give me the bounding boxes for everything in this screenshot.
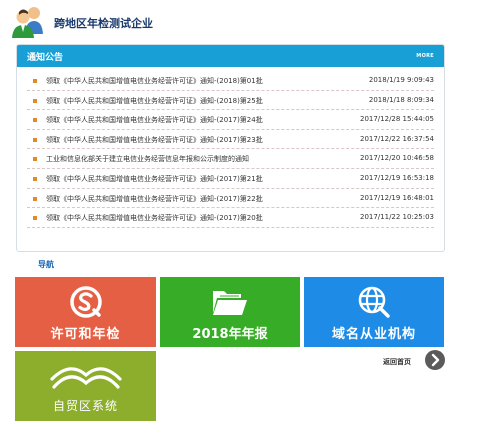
back-home-button[interactable] bbox=[425, 350, 445, 370]
tile-annual-report[interactable]: 2018年年报 bbox=[160, 277, 300, 347]
notice-item-date: 2017/12/19 16:48:01 bbox=[359, 193, 434, 202]
header: 跨地区年检测试企业 bbox=[10, 4, 310, 40]
notice-item[interactable]: 领取《中华人民共和国增值电信业务经营许可证》通知-(2018)第25批 2018/… bbox=[27, 91, 434, 111]
notice-item[interactable]: 领取《中华人民共和国增值电信业务经营许可证》通知-(2017)第22批 2017/… bbox=[27, 189, 434, 209]
user-group-icon bbox=[12, 7, 43, 38]
arrow-right-icon bbox=[431, 353, 440, 367]
notice-item[interactable]: 领取《中华人民共和国增值电信业务经营许可证》通知-(2018)第01批 2018/… bbox=[27, 71, 434, 91]
nav-label: 导航 bbox=[38, 260, 54, 269]
notice-item[interactable]: 领取《中华人民共和国增值电信业务经营许可证》通知-(2017)第20批 2017/… bbox=[27, 208, 434, 228]
notice-item-title[interactable]: 领取《中华人民共和国增值电信业务经营许可证》通知-(2017)第22批 bbox=[46, 194, 263, 204]
tile-label: 域名从业机构 bbox=[331, 327, 416, 342]
bullet-icon bbox=[33, 157, 37, 162]
tile-label: 2018年年报 bbox=[192, 327, 268, 342]
page-title: 跨地区年检测试企业 bbox=[54, 17, 153, 30]
notice-item-title[interactable]: 工业和信息化部关于建立电信业务经营信息年报和公示制度的通知 bbox=[46, 154, 249, 164]
tile-ftz-system[interactable]: 自贸区系统 bbox=[15, 351, 156, 421]
notice-item[interactable]: 领取《中华人民共和国增值电信业务经营许可证》通知-(2017)第21批 2017/… bbox=[27, 169, 434, 189]
notice-item-date: 2018/1/18 8:09:34 bbox=[368, 95, 434, 104]
globe-icon bbox=[358, 286, 390, 318]
notice-item-date: 2017/12/28 15:44:05 bbox=[359, 115, 434, 124]
tile-label: 自贸区系统 bbox=[52, 399, 118, 413]
license-s-icon bbox=[69, 286, 102, 318]
tile-domain-agencies[interactable]: 域名从业机构 bbox=[304, 277, 444, 347]
notice-list: 领取《中华人民共和国增值电信业务经营许可证》通知-(2018)第01批 2018/… bbox=[17, 67, 444, 228]
notice-item-title[interactable]: 领取《中华人民共和国增值电信业务经营许可证》通知-(2018)第25批 bbox=[46, 96, 263, 106]
notice-panel: 通知公告 MORE 领取《中华人民共和国增值电信业务经营许可证》通知-(2018… bbox=[16, 44, 445, 252]
bridge-icon bbox=[49, 367, 122, 389]
bullet-icon bbox=[33, 137, 37, 142]
notice-item[interactable]: 领取《中华人民共和国增值电信业务经营许可证》通知-(2017)第23批 2017/… bbox=[27, 130, 434, 150]
notice-title: 通知公告 bbox=[27, 53, 64, 63]
notice-item-date: 2017/12/20 10:46:58 bbox=[359, 154, 434, 163]
back-home-link[interactable]: 返回首页 bbox=[383, 357, 411, 367]
notice-item-title[interactable]: 领取《中华人民共和国增值电信业务经营许可证》通知-(2017)第23批 bbox=[46, 135, 263, 145]
bullet-icon bbox=[33, 176, 37, 181]
folder-icon bbox=[213, 291, 247, 315]
bullet-icon bbox=[33, 98, 37, 103]
notice-item-date: 2017/12/19 16:53:18 bbox=[359, 173, 434, 182]
tile-label: 许可和年检 bbox=[50, 327, 121, 342]
bullet-icon bbox=[33, 196, 37, 201]
notice-item-date: 2017/12/22 16:37:54 bbox=[359, 134, 434, 143]
notice-item-date: 2018/1/19 9:09:43 bbox=[368, 76, 434, 84]
notice-header: 通知公告 MORE bbox=[17, 45, 444, 67]
tile-license-inspection[interactable]: 许可和年检 bbox=[15, 277, 156, 347]
notice-item-title[interactable]: 领取《中华人民共和国增值电信业务经营许可证》通知-(2017)第21批 bbox=[46, 174, 263, 184]
bullet-icon bbox=[33, 118, 37, 123]
bullet-icon bbox=[33, 79, 37, 83]
notice-item[interactable]: 工业和信息化部关于建立电信业务经营信息年报和公示制度的通知 2017/12/20 … bbox=[27, 149, 434, 169]
notice-item[interactable]: 领取《中华人民共和国增值电信业务经营许可证》通知-(2017)第24批 2017/… bbox=[27, 110, 434, 130]
notice-item-title[interactable]: 领取《中华人民共和国增值电信业务经营许可证》通知-(2017)第20批 bbox=[46, 213, 263, 223]
notice-item-title[interactable]: 领取《中华人民共和国增值电信业务经营许可证》通知-(2017)第24批 bbox=[46, 115, 263, 125]
bullet-icon bbox=[33, 216, 37, 221]
notice-item-title[interactable]: 领取《中华人民共和国增值电信业务经营许可证》通知-(2018)第01批 bbox=[46, 76, 263, 86]
more-link[interactable]: MORE bbox=[416, 53, 434, 59]
notice-item-date: 2017/11/22 10:25:03 bbox=[359, 213, 434, 222]
